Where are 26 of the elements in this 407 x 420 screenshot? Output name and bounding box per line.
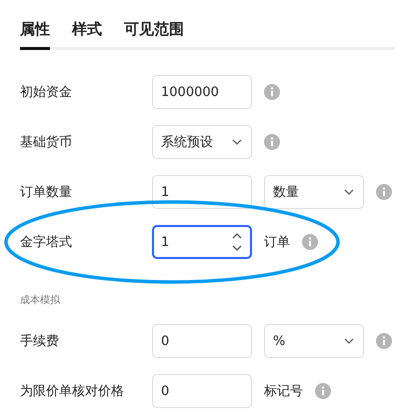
input-field[interactable]: 0 [152, 324, 252, 358]
info-icon[interactable] [302, 234, 318, 250]
field-label: 手续费 [20, 333, 60, 350]
field-label: 为限价单核对价格 [20, 383, 125, 400]
info-icon[interactable] [376, 184, 392, 200]
info-icon[interactable] [376, 333, 392, 349]
unit-label: 订单 [264, 234, 290, 251]
field-label: 订单数量 [20, 184, 73, 201]
tab[interactable]: 属性 [20, 20, 50, 50]
field-label: 初始资金 [20, 84, 73, 101]
tab[interactable]: 样式 [72, 20, 102, 50]
info-icon[interactable] [315, 383, 331, 399]
unit-dropdown[interactable]: % [264, 324, 364, 358]
input-field[interactable]: 1 [152, 175, 252, 209]
dropdown[interactable]: 系统预设 [152, 125, 252, 159]
field-label: 金字塔式 [20, 234, 73, 251]
section-title: 成本模拟 [20, 295, 61, 307]
input-field[interactable]: 0 [152, 374, 252, 408]
unit-dropdown[interactable]: 数量 [264, 175, 364, 209]
unit-label: 标记号 [264, 383, 303, 400]
number-field[interactable]: 1 [152, 225, 252, 259]
info-icon[interactable] [264, 134, 280, 150]
input-field[interactable]: 1000000 [152, 75, 252, 109]
field-label: 基础货币 [20, 134, 73, 151]
tab[interactable]: 可见范围 [124, 20, 184, 50]
info-icon[interactable] [264, 84, 280, 100]
